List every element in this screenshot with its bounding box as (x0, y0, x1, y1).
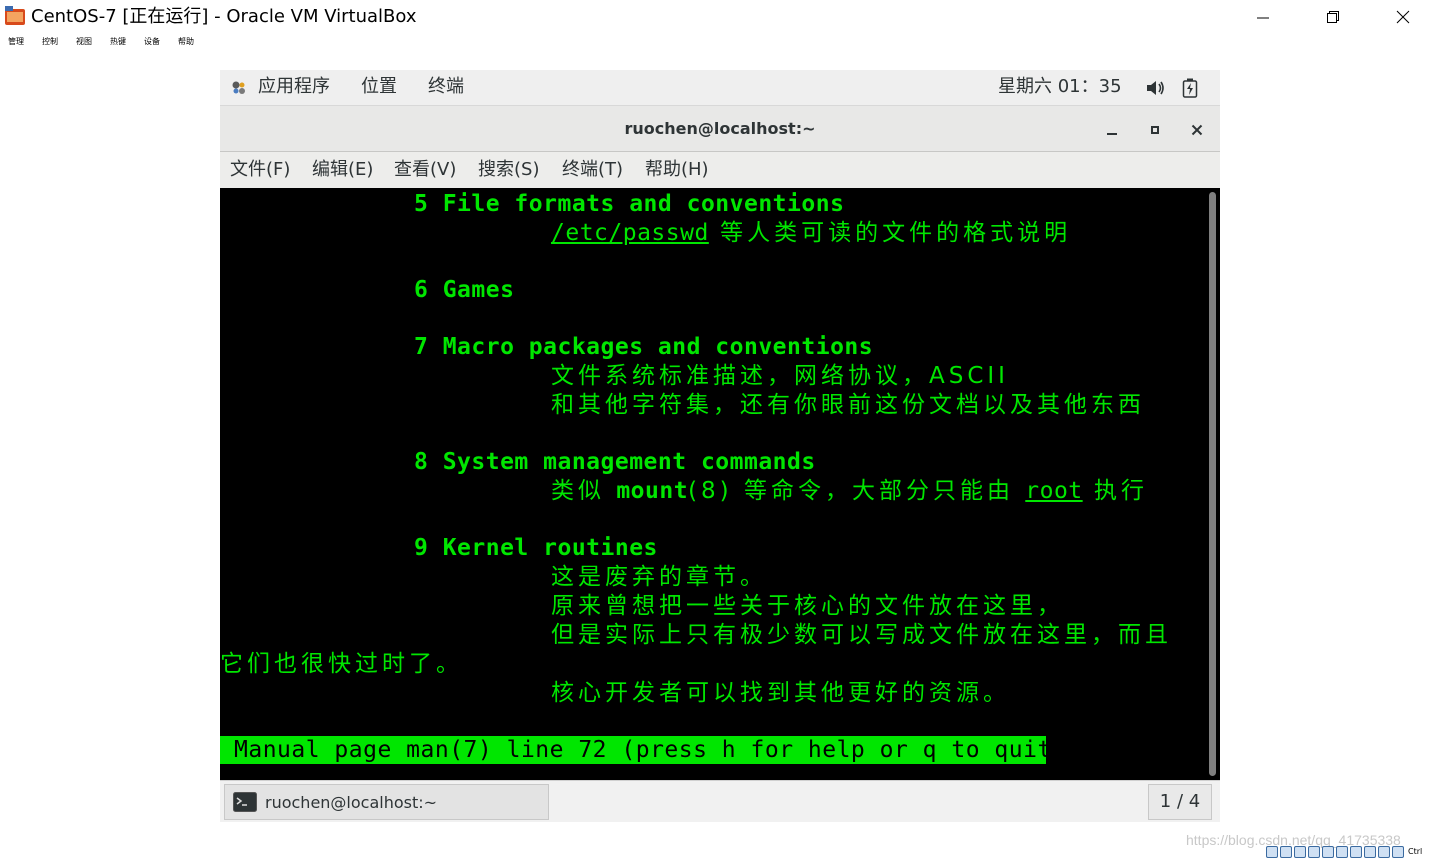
host-menu-view[interactable]: 视图 (76, 37, 92, 47)
section-8-description: 类似 mount(8) 等命令，大部分只能由 root 执行 (551, 477, 1148, 505)
host-window-title: CentOS-7 [正在运行] - Oracle VM VirtualBox (31, 6, 417, 27)
terminal-scrollbar[interactable] (1205, 188, 1220, 780)
shared-folder-status-icon[interactable] (1336, 845, 1348, 858)
terminal-menu-search[interactable]: 搜索(S) (478, 159, 539, 181)
terminal-window-header: ruochen@localhost:~ (220, 106, 1220, 152)
network-status-icon[interactable] (1308, 845, 1320, 858)
host-status-bar: Ctrl (1266, 843, 1440, 860)
audio-status-icon[interactable] (1294, 845, 1306, 858)
host-menu-control[interactable]: 控制 (42, 37, 58, 47)
taskbar-item-label: ruochen@localhost:~ (265, 793, 438, 812)
terminal-menu-edit[interactable]: 编辑(E) (312, 159, 373, 181)
terminal-scrollbar-thumb[interactable] (1209, 192, 1216, 776)
etc-passwd-link: /etc/passwd (551, 220, 709, 246)
host-menubar: 管理 控制 视图 热键 设备 帮助 (0, 34, 1440, 51)
terminal-menu-help[interactable]: 帮助(H) (645, 159, 709, 181)
host-close-button[interactable] (1368, 0, 1438, 34)
recording-status-icon[interactable] (1364, 845, 1376, 858)
optical-drive-status-icon[interactable] (1280, 845, 1292, 858)
section-5-desc-text: 等人类可读的文件的格式说明 (708, 220, 1072, 246)
section-9-desc-5: 核心开发者可以找到其他更好的资源。 (551, 680, 1010, 706)
applications-menu[interactable]: 应用程序 (258, 76, 330, 98)
section-9-title: 9 Kernel routines (414, 535, 658, 561)
places-menu[interactable]: 位置 (361, 76, 397, 98)
host-menu-hotkey[interactable]: 热键 (110, 37, 126, 47)
section-9-desc-1: 这是废弃的章节。 (551, 564, 767, 590)
section-8-post: 执行 (1082, 478, 1148, 504)
terminal-app-menu[interactable]: 终端 (428, 76, 464, 98)
host-menu-manage[interactable]: 管理 (8, 37, 24, 47)
hdd-status-icon[interactable] (1266, 845, 1278, 858)
host-minimize-button[interactable] (1228, 0, 1298, 34)
taskbar-item-terminal[interactable]: ruochen@localhost:~ (224, 784, 549, 820)
terminal-close-button[interactable] (1184, 117, 1210, 143)
guest-bottom-panel: ruochen@localhost:~ 1 / 4 (220, 780, 1220, 822)
mount-command: mount (616, 478, 689, 504)
terminal-content[interactable]: 5 File formats and conventions /etc/pass… (220, 188, 1205, 780)
terminal-maximize-button[interactable] (1142, 117, 1168, 143)
section-8-title: 8 System management commands (414, 449, 816, 475)
terminal-icon (233, 792, 257, 812)
section-7-desc-2: 和其他字符集，还有你眼前这份文档以及其他东西 (551, 392, 1145, 418)
clock[interactable]: 星期六 01：35 (998, 76, 1122, 98)
terminal-menu-terminal[interactable]: 终端(T) (562, 159, 623, 181)
host-menu-help[interactable]: 帮助 (178, 37, 194, 47)
host-key-indicator: Ctrl (1408, 847, 1423, 856)
section-9-desc-2: 原来曾想把一些关于核心的文件放在这里， (551, 593, 1064, 619)
applications-menu-icon[interactable] (230, 79, 248, 97)
terminal-menu-view[interactable]: 查看(V) (394, 159, 456, 181)
section-8-pre: 类似 (551, 478, 617, 504)
host-menu-devices[interactable]: 设备 (144, 37, 160, 47)
section-9-desc-4: 它们也很快过时了。 (220, 651, 463, 677)
virtualbox-app-icon (4, 6, 26, 26)
terminal-window-title: ruochen@localhost:~ (624, 119, 816, 138)
volume-icon[interactable] (1146, 79, 1166, 97)
terminal-minimize-button[interactable] (1099, 117, 1125, 143)
host-restore-button[interactable] (1298, 0, 1368, 34)
man-status-line: Manual page man(7) line 72 (press h for … (220, 736, 1066, 764)
section-9-desc-3: 但是实际上只有极少数可以写成文件放在这里，而且 (551, 622, 1172, 648)
section-6-title: 6 Games (414, 277, 515, 303)
host-titlebar: CentOS-7 [正在运行] - Oracle VM VirtualBox (0, 0, 1440, 34)
section-5-title: 5 File formats and conventions (414, 191, 845, 217)
display-status-icon[interactable] (1350, 845, 1362, 858)
root-link: root (1025, 478, 1083, 504)
workspace-indicator[interactable]: 1 / 4 (1148, 784, 1212, 820)
guest-top-panel: 应用程序 位置 终端 星期六 01：35 (220, 70, 1220, 106)
usb-status-icon[interactable] (1322, 845, 1334, 858)
terminal-menu-file[interactable]: 文件(F) (230, 159, 290, 181)
section-5-description: /etc/passwd 等人类可读的文件的格式说明 (551, 219, 1071, 247)
terminal-menubar: 文件(F) 编辑(E) 查看(V) 搜索(S) 终端(T) 帮助(H) (220, 152, 1220, 188)
section-7-title: 7 Macro packages and conventions (414, 334, 874, 360)
cpu-status-icon[interactable] (1378, 845, 1390, 858)
mouse-integration-status-icon[interactable] (1392, 845, 1404, 858)
section-7-desc-1: 文件系统标准描述，网络协议，ASCII (551, 363, 1009, 389)
section-8-mid: (8) 等命令，大部分只能由 (688, 478, 1026, 504)
power-icon[interactable] (1182, 78, 1198, 98)
